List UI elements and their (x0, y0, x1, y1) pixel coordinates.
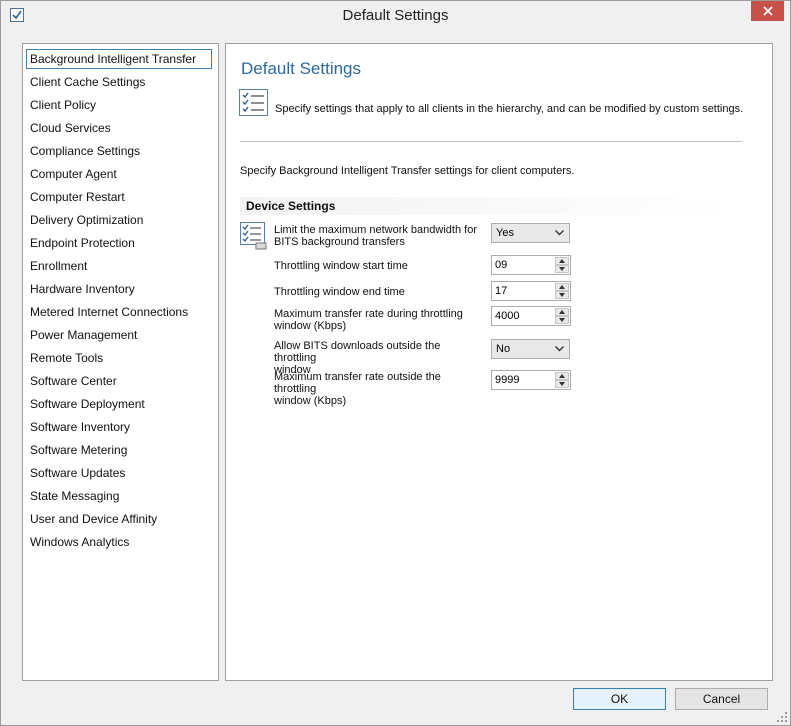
chevron-down-icon (559, 318, 565, 322)
dropdown-value: No (496, 343, 511, 355)
nav-item-background-intelligent-transfer[interactable]: Background Intelligent Transfer (26, 49, 212, 69)
settings-checklist-icon (239, 221, 269, 251)
spin-down-button[interactable] (555, 380, 569, 388)
nav-item-delivery-optimization[interactable]: Delivery Optimization (26, 210, 212, 230)
spin-down-button[interactable] (555, 265, 569, 273)
spin-down-button[interactable] (555, 316, 569, 324)
spinner-value: 4000 (495, 310, 520, 322)
nav-item-endpoint-protection[interactable]: Endpoint Protection (26, 233, 212, 253)
spin-up-button[interactable] (555, 257, 569, 265)
settings-nav-list: Background Intelligent Transfer Client C… (22, 43, 219, 681)
ok-button[interactable]: OK (573, 688, 666, 710)
nav-item-enrollment[interactable]: Enrollment (26, 256, 212, 276)
nav-item-client-policy[interactable]: Client Policy (26, 95, 212, 115)
nav-item-compliance-settings[interactable]: Compliance Settings (26, 141, 212, 161)
chevron-down-icon (555, 230, 564, 236)
close-button[interactable] (751, 1, 784, 21)
nav-item-software-deployment[interactable]: Software Deployment (26, 394, 212, 414)
settings-content-panel: Default Settings Specify settings that a… (225, 43, 773, 681)
window-title: Default Settings (342, 7, 449, 24)
nav-item-remote-tools[interactable]: Remote Tools (26, 348, 212, 368)
chevron-up-icon (559, 259, 565, 263)
checklist-icon (238, 88, 270, 118)
throttling-end-spinner[interactable]: 17 (491, 281, 571, 301)
allow-outside-window-dropdown[interactable]: No (491, 339, 570, 359)
nav-item-hardware-inventory[interactable]: Hardware Inventory (26, 279, 212, 299)
divider (240, 141, 742, 142)
setting-label-limit-bandwidth: Limit the maximum network bandwidth for … (274, 224, 477, 248)
nav-item-software-inventory[interactable]: Software Inventory (26, 417, 212, 437)
default-settings-dialog: Default Settings Background Intelligent … (0, 0, 791, 726)
nav-item-state-messaging[interactable]: State Messaging (26, 486, 212, 506)
nav-item-cloud-services[interactable]: Cloud Services (26, 118, 212, 138)
spin-up-button[interactable] (555, 372, 569, 380)
resize-grip-icon[interactable] (777, 712, 787, 722)
group-header-device-settings: Device Settings (240, 197, 733, 215)
spin-up-button[interactable] (555, 283, 569, 291)
dropdown-value: Yes (496, 227, 514, 239)
nav-item-metered-internet-connections[interactable]: Metered Internet Connections (26, 302, 212, 322)
nav-item-software-center[interactable]: Software Center (26, 371, 212, 391)
throttling-start-spinner[interactable]: 09 (491, 255, 571, 275)
spinner-value: 17 (495, 285, 508, 297)
spinner-value: 9999 (495, 374, 520, 386)
nav-item-software-metering[interactable]: Software Metering (26, 440, 212, 460)
page-title: Default Settings (241, 59, 362, 78)
rate-during-throttling-spinner[interactable]: 4000 (491, 306, 571, 326)
setting-label-rate-during-throttling: Maximum transfer rate during throttling … (274, 308, 463, 332)
spinner-value: 09 (495, 259, 508, 271)
nav-item-software-updates[interactable]: Software Updates (26, 463, 212, 483)
cancel-button[interactable]: Cancel (675, 688, 768, 710)
title-bar: Default Settings (1, 1, 790, 31)
chevron-up-icon (559, 310, 565, 314)
spin-up-button[interactable] (555, 308, 569, 316)
setting-label-throttling-start: Throttling window start time (274, 260, 408, 272)
chevron-down-icon (559, 382, 565, 386)
nav-item-client-cache-settings[interactable]: Client Cache Settings (26, 72, 212, 92)
spin-down-button[interactable] (555, 291, 569, 299)
limit-bandwidth-dropdown[interactable]: Yes (491, 223, 570, 243)
chevron-up-icon (559, 374, 565, 378)
section-description: Specify Background Intelligent Transfer … (240, 165, 575, 177)
nav-item-windows-analytics[interactable]: Windows Analytics (26, 532, 212, 552)
chevron-down-icon (555, 346, 564, 352)
close-icon (762, 6, 773, 16)
setting-label-rate-outside-window: Maximum transfer rate outside the thrott… (274, 371, 441, 407)
nav-item-computer-restart[interactable]: Computer Restart (26, 187, 212, 207)
chevron-up-icon (559, 285, 565, 289)
nav-item-power-management[interactable]: Power Management (26, 325, 212, 345)
chevron-down-icon (559, 267, 565, 271)
rate-outside-window-spinner[interactable]: 9999 (491, 370, 571, 390)
intro-description: Specify settings that apply to all clien… (275, 103, 744, 115)
nav-item-user-and-device-affinity[interactable]: User and Device Affinity (26, 509, 212, 529)
nav-item-computer-agent[interactable]: Computer Agent (26, 164, 212, 184)
chevron-down-icon (559, 293, 565, 297)
setting-label-throttling-end: Throttling window end time (274, 286, 405, 298)
